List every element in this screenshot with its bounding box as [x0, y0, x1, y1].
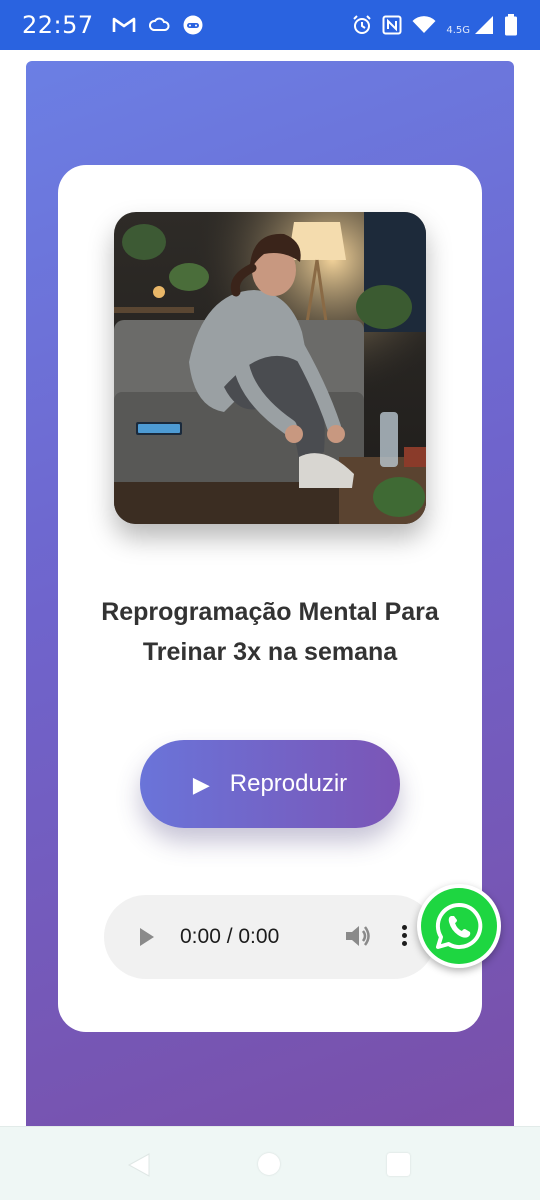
audio-title: Reprogramação Mental Para Treinar 3x na …: [101, 598, 439, 666]
cloud-icon: [148, 17, 170, 31]
nfc-icon: [382, 15, 402, 35]
reproduce-button-label: Reproduzir: [229, 770, 348, 797]
status-notification-icons: [112, 14, 204, 36]
whatsapp-icon: [421, 888, 497, 964]
play-triangle-icon: ▶: [192, 772, 210, 797]
battery-icon: [505, 14, 517, 36]
wifi-icon: [412, 16, 436, 33]
signal-icon: [475, 16, 493, 34]
cover-image-illustration: [114, 212, 426, 524]
cover-image: [114, 212, 426, 524]
recents-icon[interactable]: [387, 1153, 410, 1176]
more-options-icon[interactable]: [402, 925, 407, 946]
network-type-label: 4.5G: [446, 24, 470, 36]
audio-player: 0:00 / 0:00: [104, 895, 436, 979]
status-bar: 22:57 4.5G: [0, 0, 540, 50]
audio-time-display: 0:00 / 0:00: [180, 925, 280, 948]
reproduce-button[interactable]: ▶ Reproduzir: [140, 740, 400, 828]
audio-play-icon[interactable]: [138, 926, 156, 948]
alarm-icon: [353, 15, 372, 34]
whatsapp-button[interactable]: [417, 884, 501, 968]
status-time: 22:57: [22, 11, 94, 39]
back-icon[interactable]: [127, 1152, 151, 1178]
game-controller-icon: [183, 15, 203, 35]
gmail-icon: [112, 17, 135, 32]
home-icon[interactable]: [258, 1153, 280, 1175]
volume-icon[interactable]: [344, 923, 372, 949]
system-nav-bar: [0, 1126, 540, 1200]
status-system-icons: 4.5G: [352, 14, 518, 36]
